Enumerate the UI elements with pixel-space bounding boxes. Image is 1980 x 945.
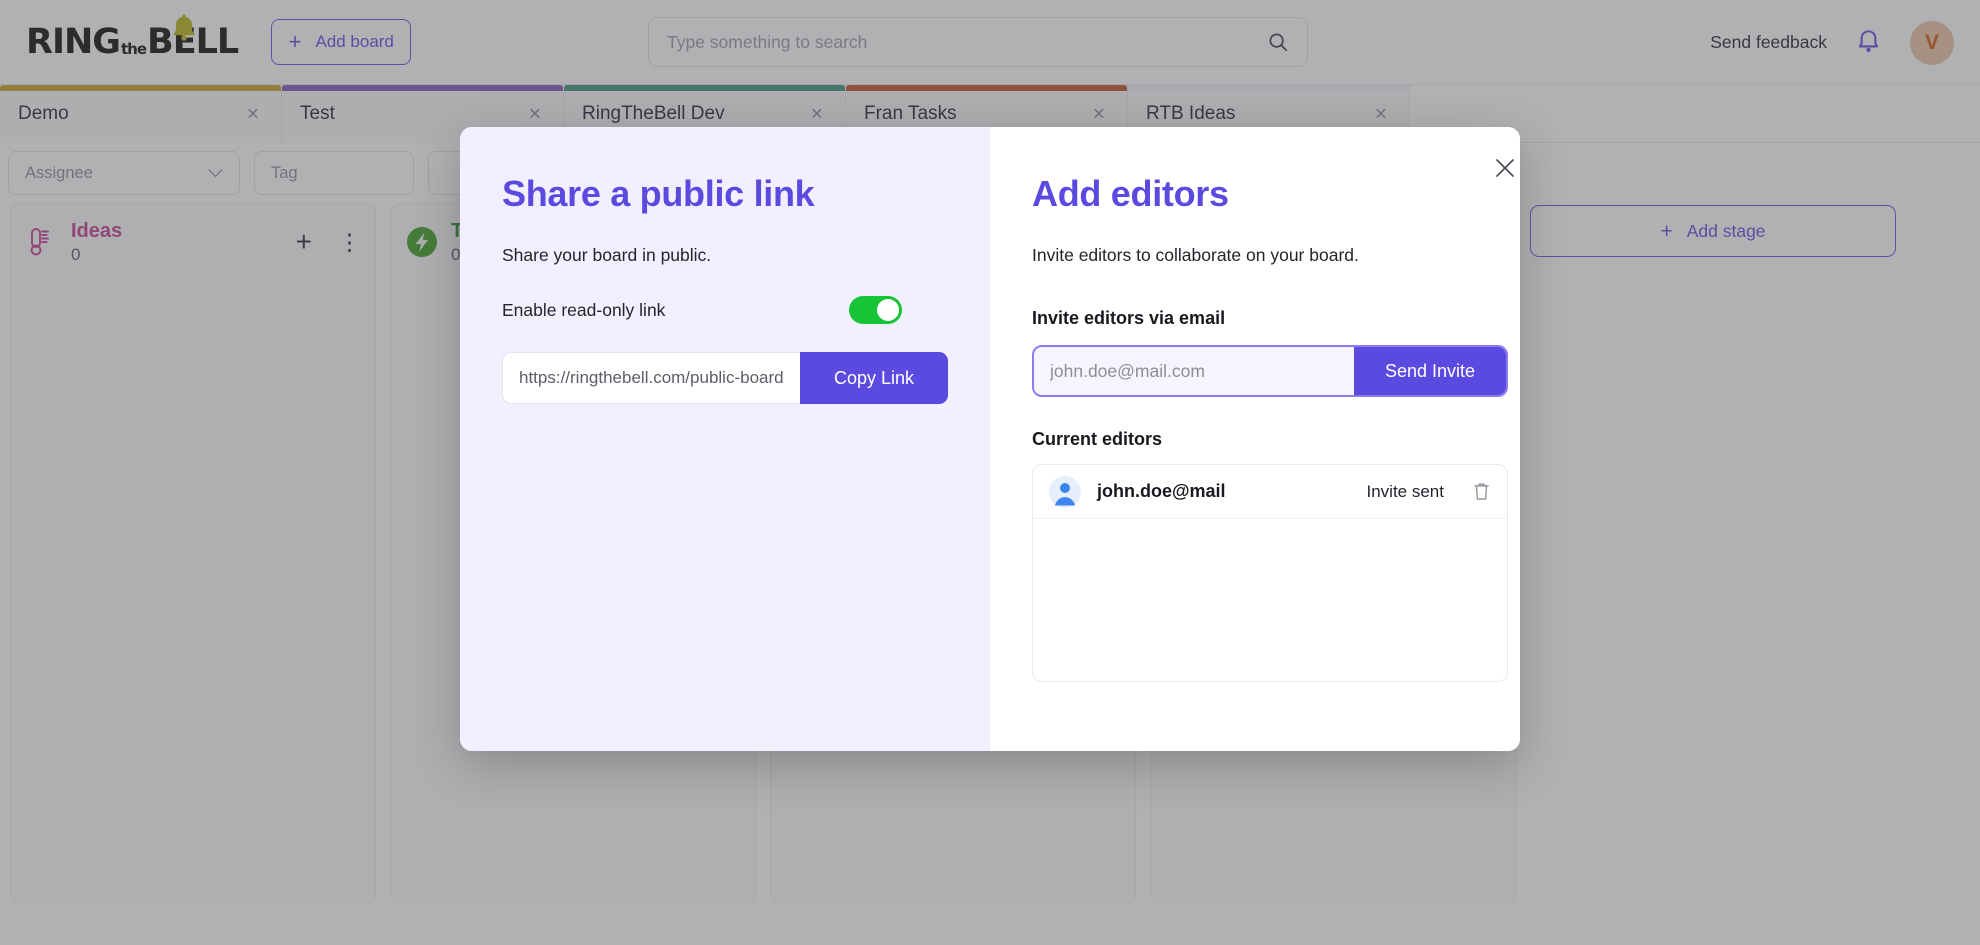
share-link-title: Share a public link [502,173,815,214]
add-editors-title: Add editors [1032,173,1229,214]
person-avatar-icon [1049,475,1081,508]
public-link-input[interactable] [502,352,800,404]
share-board-modal: Share a public link Share your board in … [460,127,1520,751]
invite-email-label: Invite editors via email [1032,308,1226,328]
read-only-toggle-label: Enable read-only link [502,299,666,320]
current-editors-label: Current editors [1032,429,1163,449]
invite-email-input[interactable] [1034,347,1354,395]
send-invite-button[interactable]: Send Invite [1354,347,1506,395]
share-link-description: Share your board in public. [502,245,712,265]
share-public-link-pane: Share a public link Share your board in … [460,127,990,751]
close-icon[interactable] [1490,153,1520,183]
current-editors-list: john.doe@mail Invite sent [1032,464,1508,682]
editor-email: john.doe@mail [1097,481,1226,501]
editor-invite-status: Invite sent [1366,481,1445,501]
toggle-knob [877,299,899,321]
invite-email-row: Send Invite [1032,345,1508,397]
add-editors-description: Invite editors to collaborate on your bo… [1032,245,1359,265]
read-only-toggle-row: Enable read-only link [502,296,902,324]
delete-editor-icon[interactable] [1472,481,1491,502]
read-only-toggle[interactable] [849,296,902,324]
add-editors-pane: Add editors Invite editors to collaborat… [990,127,1520,751]
copy-link-button[interactable]: Copy Link [800,352,948,404]
public-link-row: Copy Link [502,352,948,404]
editor-list-item: john.doe@mail Invite sent [1033,465,1507,519]
